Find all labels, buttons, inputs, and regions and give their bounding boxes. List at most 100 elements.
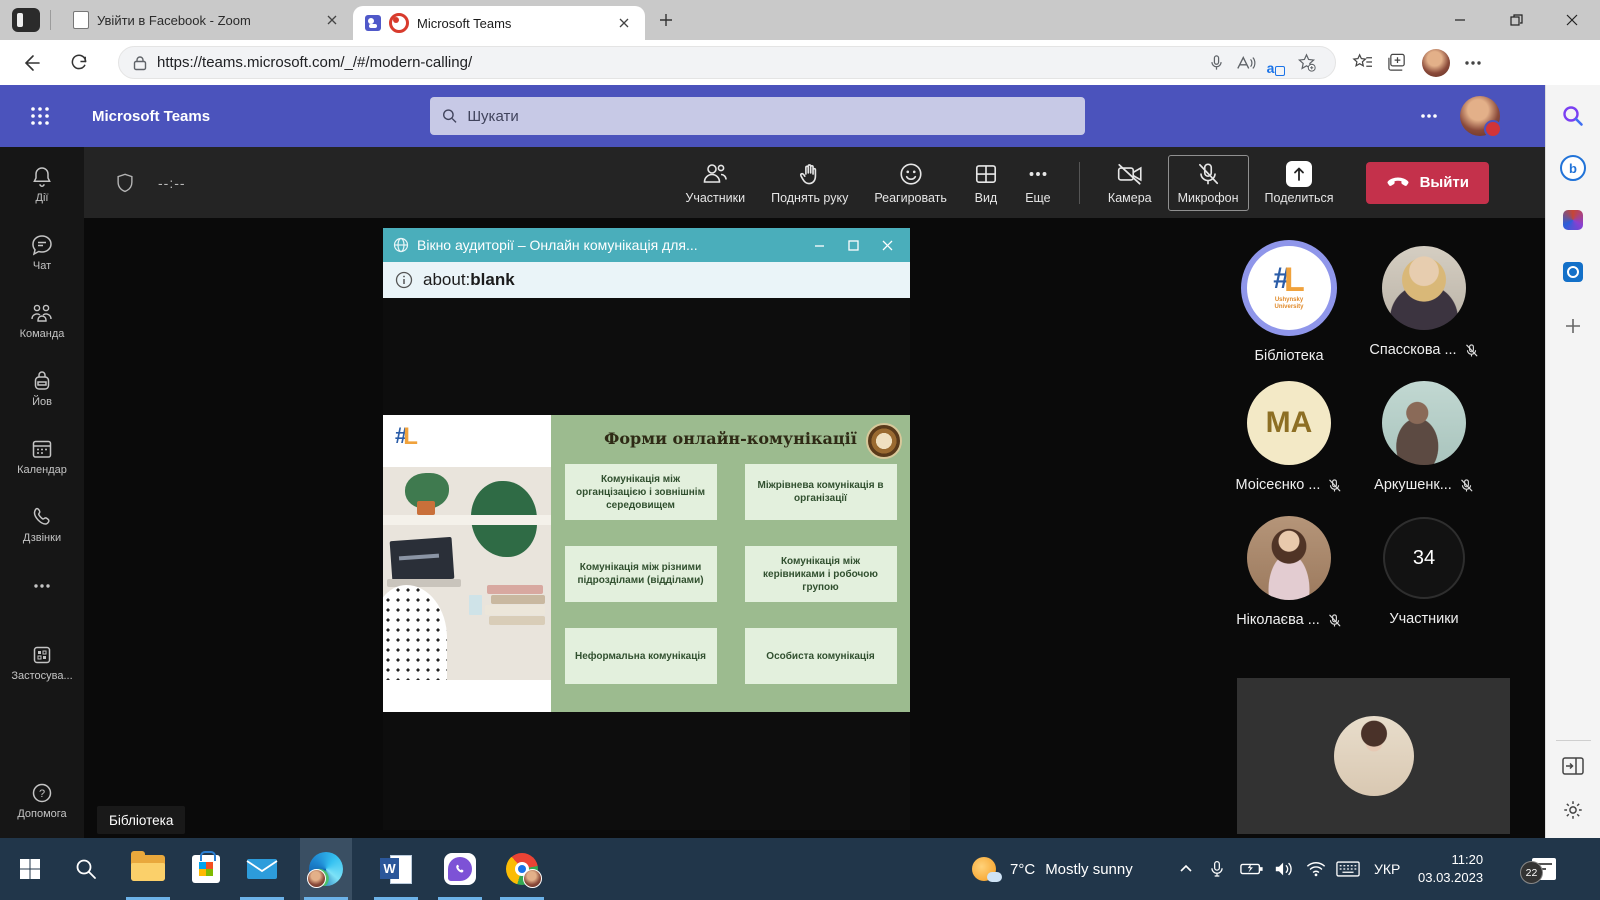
- participant-tile-nikolaieva[interactable]: Ніколаєва ...: [1221, 516, 1357, 628]
- slide-boxes: Комунікація між органцізацією і зовнішні…: [565, 464, 897, 684]
- self-view-tile[interactable]: [1237, 678, 1510, 834]
- start-button[interactable]: [4, 838, 56, 900]
- shared-window[interactable]: Вікно аудиторії – Онлайн комунікація для…: [383, 228, 910, 830]
- leave-call-button[interactable]: Выйти: [1366, 162, 1489, 204]
- microsoft-store-button[interactable]: [180, 838, 232, 900]
- collections-icon[interactable]: [1387, 53, 1408, 73]
- minimize-icon[interactable]: [806, 232, 832, 258]
- browser-menu-icon[interactable]: [1464, 60, 1482, 66]
- close-window-button[interactable]: [1544, 0, 1600, 40]
- tab-teams[interactable]: Microsoft Teams: [353, 6, 645, 40]
- back-icon[interactable]: [14, 46, 48, 80]
- add-sidebar-item-icon[interactable]: [1560, 313, 1586, 339]
- participant-name: Бібліотека: [1254, 348, 1323, 364]
- tray-mic-icon[interactable]: [1210, 838, 1224, 900]
- read-aloud-icon[interactable]: [1231, 50, 1261, 76]
- mic-button[interactable]: Микрофон: [1168, 155, 1249, 211]
- microsoft-365-icon[interactable]: [1560, 207, 1586, 233]
- sidebar-search-icon[interactable]: [1560, 103, 1586, 129]
- tray-wifi-icon[interactable]: [1306, 838, 1326, 900]
- rail-item-help[interactable]: ? Допомога: [0, 781, 84, 820]
- tray-battery-icon[interactable]: [1240, 838, 1264, 900]
- more-button[interactable]: Еще: [1015, 155, 1061, 211]
- participant-tile-arkushenko[interactable]: Аркушенк...: [1356, 381, 1492, 493]
- outlook-icon[interactable]: [1560, 259, 1586, 285]
- participants-button[interactable]: Участники: [675, 155, 755, 211]
- weather-desc: Mostly sunny: [1045, 861, 1133, 878]
- teams-search-bar[interactable]: [430, 97, 1085, 135]
- file-explorer-button[interactable]: [122, 838, 174, 900]
- rail-item-chat[interactable]: Чат: [0, 233, 84, 272]
- rail-item-calendar[interactable]: Календар: [0, 437, 84, 476]
- browser-profile-avatar[interactable]: [1422, 49, 1450, 77]
- teams-more-icon[interactable]: [1420, 113, 1438, 119]
- voice-search-icon[interactable]: [1201, 50, 1231, 76]
- taskbar-clock[interactable]: 11:20 03.03.2023: [1418, 838, 1483, 900]
- participant-overflow-tile[interactable]: 34 Участники: [1356, 517, 1492, 627]
- university-seal-icon: [866, 423, 902, 459]
- participant-tile-spasskova[interactable]: Спасскова ...: [1356, 246, 1492, 358]
- window-controls: [1432, 0, 1600, 40]
- address-prefix: about:: [423, 270, 470, 289]
- globe-icon: [393, 237, 409, 253]
- minimize-button[interactable]: [1432, 0, 1488, 40]
- word-button[interactable]: W: [370, 838, 422, 900]
- tray-keyboard-icon[interactable]: [1336, 838, 1360, 900]
- workspaces-icon[interactable]: [12, 8, 40, 32]
- chat-icon: [30, 233, 54, 257]
- raise-hand-button[interactable]: Поднять руку: [761, 155, 858, 211]
- refresh-icon[interactable]: [62, 46, 96, 80]
- bing-chat-icon[interactable]: b: [1560, 155, 1586, 181]
- translate-icon[interactable]: a: [1261, 50, 1291, 76]
- viber-button[interactable]: [434, 838, 486, 900]
- teams-search-input[interactable]: [465, 107, 1073, 126]
- add-favorite-icon[interactable]: [1291, 50, 1321, 76]
- taskbar-search-button[interactable]: [60, 838, 112, 900]
- restore-button[interactable]: [1488, 0, 1544, 40]
- meeting-stage: Вікно аудиторії – Онлайн комунікація для…: [84, 218, 1545, 838]
- sidebar-settings-icon[interactable]: [1560, 797, 1586, 823]
- weather-temp: 7°C: [1010, 861, 1035, 878]
- participant-tile-moisieienko[interactable]: МА Моісеєнко ...: [1221, 381, 1357, 493]
- camera-button[interactable]: Камера: [1098, 155, 1162, 211]
- share-button[interactable]: Поделиться: [1255, 155, 1344, 211]
- maximize-icon[interactable]: [840, 232, 866, 258]
- lock-icon: [133, 55, 147, 71]
- slide-box: Комунікація між керівниками і робочою гр…: [745, 546, 897, 602]
- participant-name: Моісеєнко ...: [1236, 477, 1321, 493]
- tray-volume-icon[interactable]: [1274, 838, 1294, 900]
- react-button[interactable]: Реагировать: [864, 155, 957, 211]
- rail-item-teams[interactable]: Команда: [0, 301, 84, 340]
- mail-button[interactable]: [236, 838, 288, 900]
- new-tab-button[interactable]: [651, 5, 681, 35]
- app-launcher-icon[interactable]: [18, 94, 62, 138]
- rail-item-more[interactable]: [0, 583, 84, 589]
- mail-icon: [246, 857, 278, 881]
- recording-indicator-icon: [389, 13, 409, 33]
- taskbar-weather[interactable]: 7°C Mostly sunny: [972, 838, 1133, 900]
- edge-button[interactable]: [300, 838, 352, 900]
- chrome-button[interactable]: [496, 838, 548, 900]
- tab-facebook-zoom[interactable]: Увійти в Facebook - Zoom: [61, 0, 353, 40]
- muted-mic-icon: [1464, 343, 1479, 358]
- rail-item-apps[interactable]: Застосува...: [0, 643, 84, 682]
- close-tab-icon[interactable]: [615, 14, 633, 32]
- teams-profile-avatar[interactable]: [1460, 96, 1500, 136]
- shared-window-addressbar[interactable]: about:blank: [383, 262, 910, 298]
- rail-item-assignments[interactable]: Йов: [0, 369, 84, 408]
- language-indicator[interactable]: УКР: [1374, 838, 1400, 900]
- tray-expand-icon[interactable]: [1178, 838, 1194, 900]
- favorites-bar-icon[interactable]: [1352, 53, 1373, 72]
- close-icon[interactable]: [874, 232, 900, 258]
- url-text[interactable]: https://teams.microsoft.com/_/#/modern-c…: [157, 54, 1201, 71]
- sidebar-panel-icon[interactable]: [1560, 753, 1586, 779]
- more-icon: [1025, 161, 1051, 187]
- rail-item-activity[interactable]: Дії: [0, 165, 84, 204]
- close-tab-icon[interactable]: [323, 11, 341, 29]
- mic-off-icon: [1195, 161, 1221, 187]
- url-bar[interactable]: https://teams.microsoft.com/_/#/modern-c…: [118, 46, 1336, 79]
- view-button[interactable]: Вид: [963, 155, 1009, 211]
- participant-tile-library[interactable]: #L Ushynsky University Бібліотека: [1221, 240, 1357, 364]
- rail-item-calls[interactable]: Дзвінки: [0, 505, 84, 544]
- notification-center-button[interactable]: 22: [1532, 838, 1556, 900]
